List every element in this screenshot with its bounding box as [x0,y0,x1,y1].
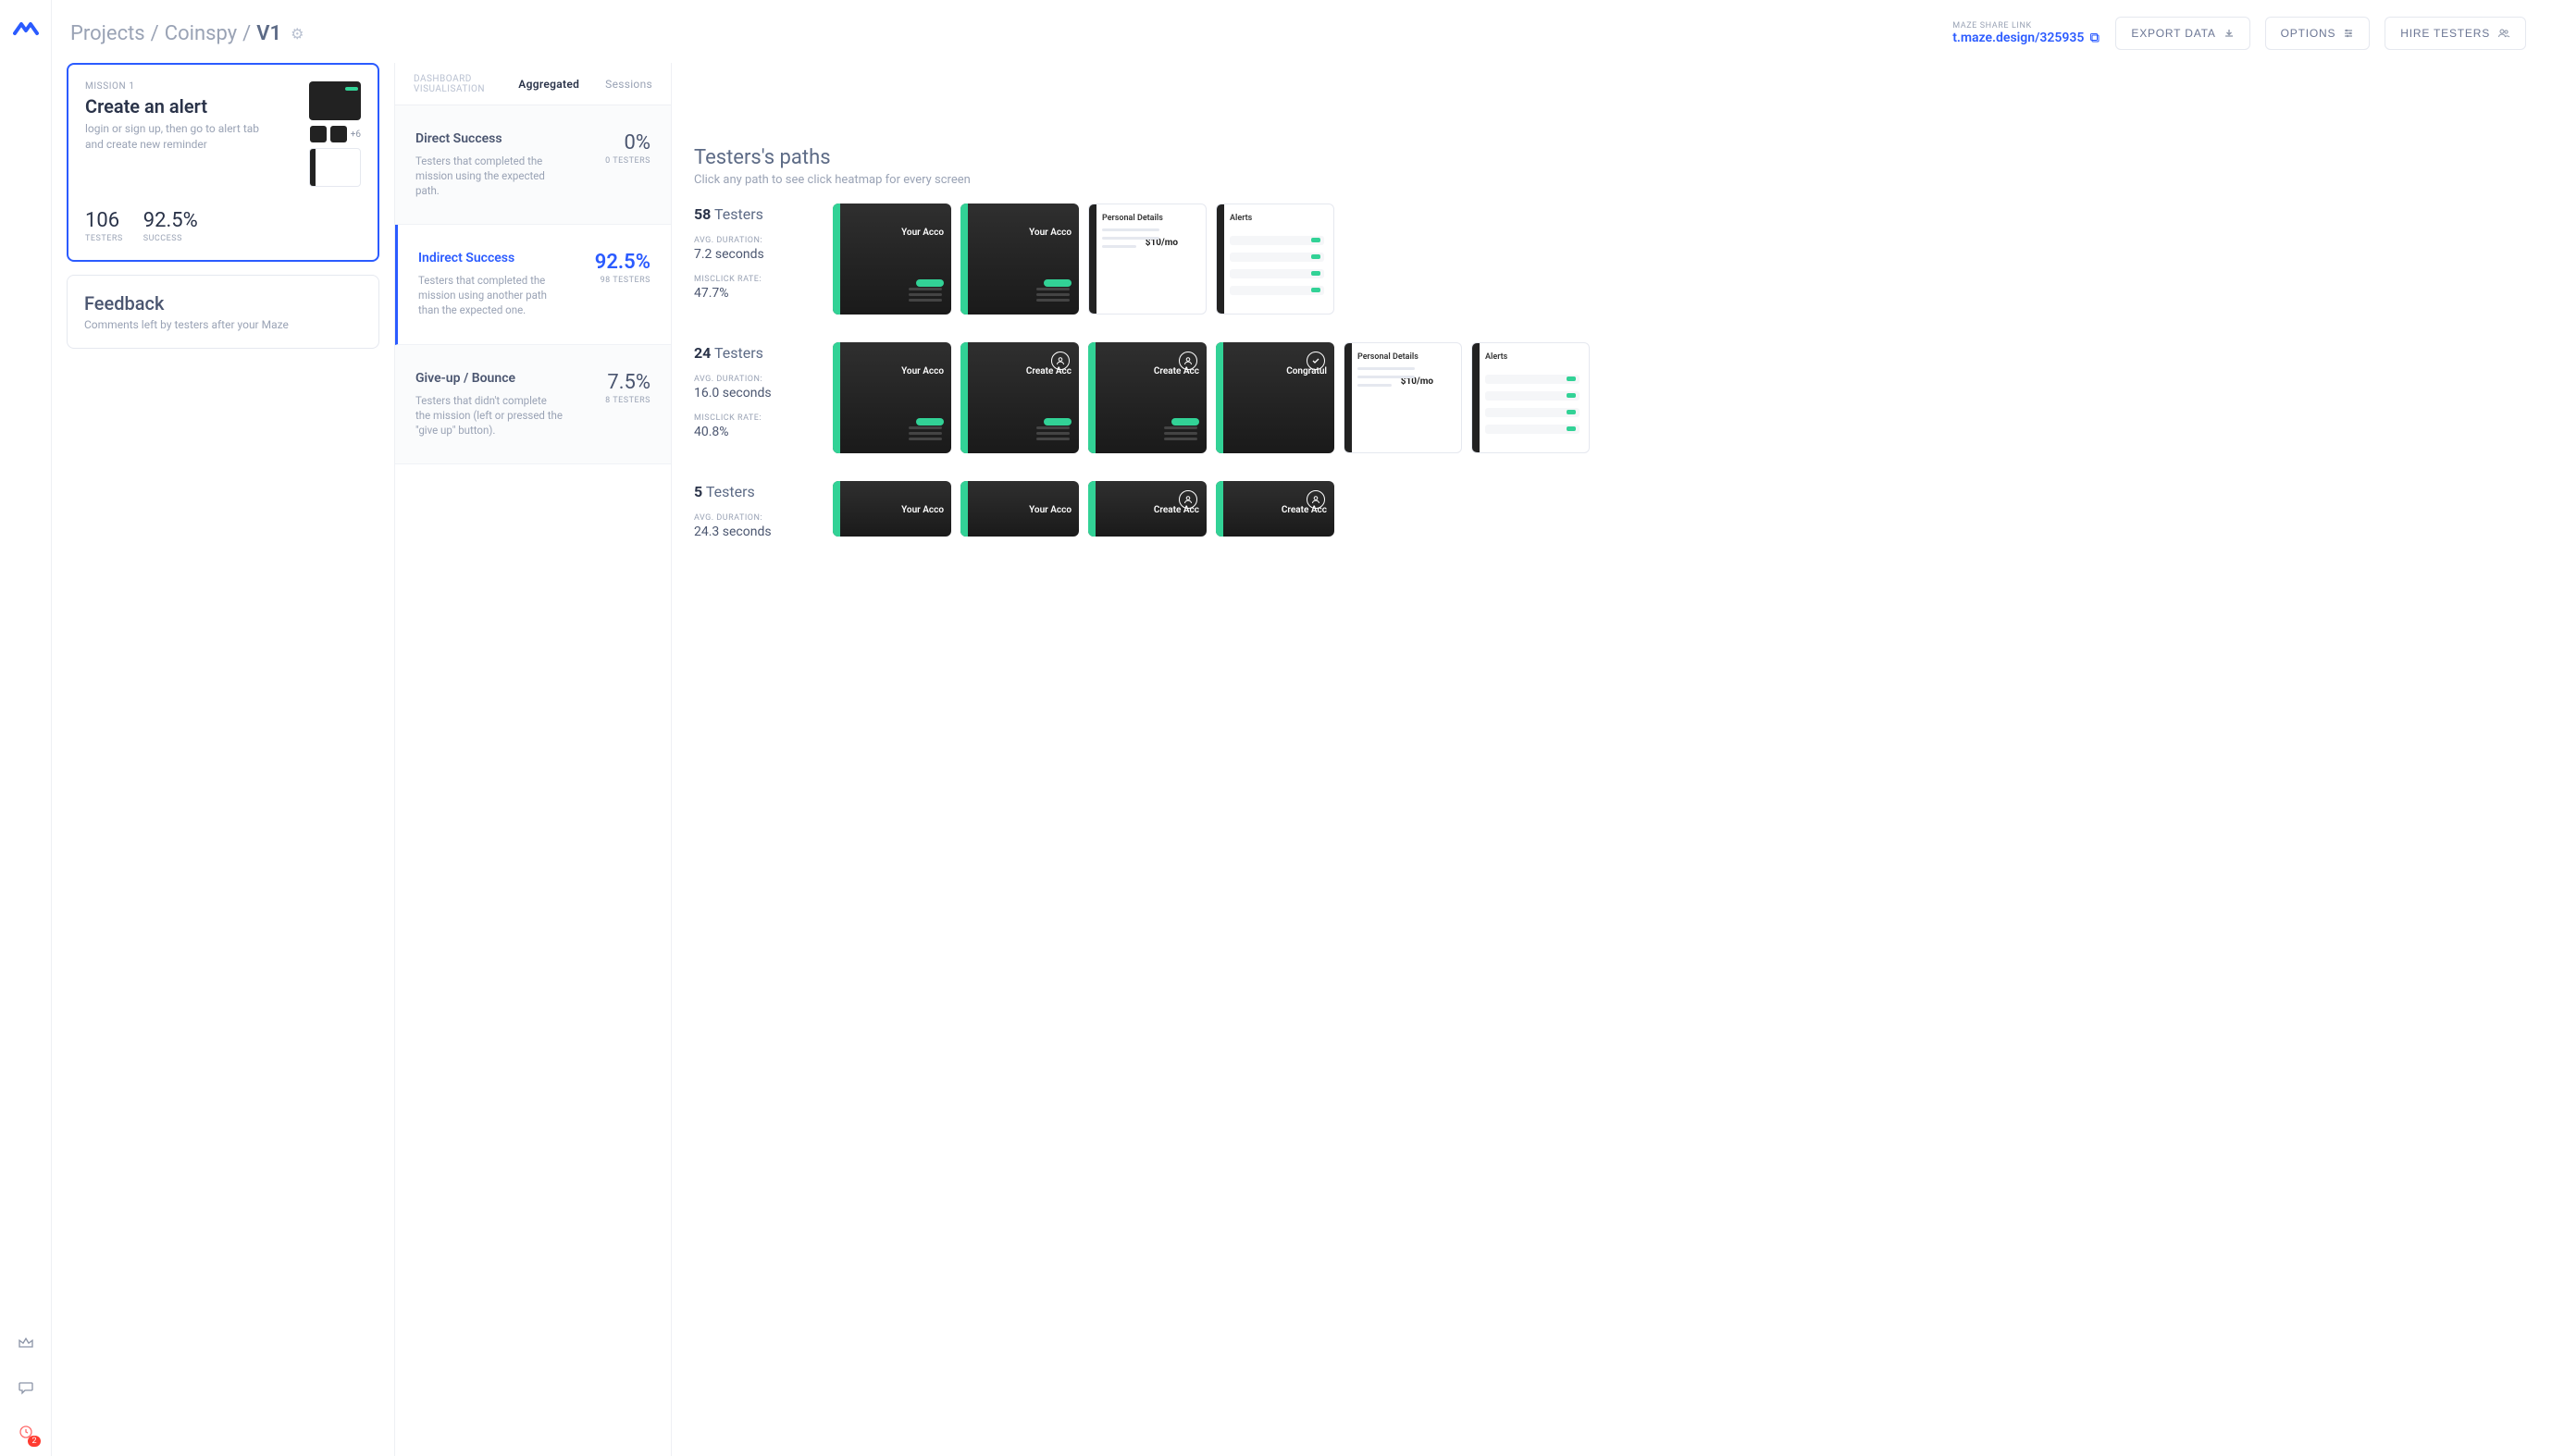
misclick-rate: 47.7% [694,286,814,301]
thumbnail-more: +6 [351,130,361,140]
mission-desc: login or sign up, then go to alert tab a… [85,121,279,153]
screen-thumbnail[interactable]: Create Acc [1088,481,1207,537]
avg-duration: 16.0 seconds [694,386,814,401]
left-rail: 2 [0,0,52,1456]
notification-badge: 2 [28,1436,40,1447]
success-rate: 92.5% [143,209,198,232]
feedback-title: Feedback [84,292,362,315]
screen-thumbnail[interactable]: Personal Details$10/mo [1088,204,1207,315]
thumbnail-small [310,126,327,142]
screen-thumbnail[interactable]: Congratul [1216,342,1334,453]
breadcrumb: Projects / Coinspy / V1 ⚙ [70,22,304,45]
paths-title: Testers's paths [694,146,2530,169]
screen-thumbnail[interactable]: Your Acco [833,342,951,453]
sliders-icon [2343,28,2354,39]
metric-giveup[interactable]: Give-up / Bounce Testers that didn't com… [395,345,671,464]
share-label: MAZE SHARE LINK [1952,21,2100,31]
screen-thumbnail[interactable]: Your Acco [960,204,1079,315]
metric-sub: 98 TESTERS [595,276,650,285]
metric-desc: Testers that completed the mission using… [415,154,564,198]
screen-thumbnail[interactable]: Your Acco [833,204,951,315]
screen-thumbnail[interactable]: Alerts [1471,342,1590,453]
breadcrumb-project[interactable]: Coinspy [165,22,237,45]
options-button[interactable]: OPTIONS [2265,17,2371,50]
metric-pct: 7.5% [605,371,650,394]
export-data-button[interactable]: EXPORT DATA [2115,17,2249,50]
screen-thumbnail[interactable]: Alerts [1216,204,1334,315]
dashboard-tabs: DASHBOARD VISUALISATION Aggregated Sessi… [395,63,671,105]
paths-subtitle: Click any path to see click heatmap for … [694,173,2530,187]
avg-duration: 24.3 seconds [694,524,814,539]
thumbnail-light [309,148,361,187]
metric-pct: 0% [605,131,650,154]
mission-thumbnails: +6 [309,81,361,187]
tabs-label: DASHBOARD VISUALISATION [414,74,492,94]
users-icon [2497,28,2510,39]
tester-count: 24 Testers [694,344,814,362]
metric-title: Indirect Success [418,251,566,265]
screen-thumbnail[interactable]: Create Acc [1088,342,1207,453]
avg-duration-label: AVG. DURATION: [694,236,814,245]
tab-aggregated[interactable]: Aggregated [518,78,579,91]
screen-thumbnail[interactable]: Your Acco [960,481,1079,537]
breadcrumb-projects[interactable]: Projects [70,22,145,45]
success-label: SUCCESS [143,234,198,243]
metric-title: Direct Success [415,131,564,146]
topbar: Projects / Coinspy / V1 ⚙ MAZE SHARE LIN… [52,0,2552,63]
thumbnail-dark [309,81,361,120]
chat-icon[interactable] [15,1376,37,1399]
hire-testers-button[interactable]: HIRE TESTERS [2385,17,2526,50]
path-group: 58 Testers AVG. DURATION: 7.2 seconds MI… [694,204,2530,315]
mission-title: Create an alert [85,95,279,117]
avg-duration: 7.2 seconds [694,247,814,262]
metric-desc: Testers that completed the mission using… [418,273,566,317]
metric-sub: 8 TESTERS [605,396,650,405]
mission-label: MISSION 1 [85,81,279,92]
misclick-rate: 40.8% [694,425,814,439]
tester-count: 5 Testers [694,483,814,500]
metric-desc: Testers that didn't complete the mission… [415,393,564,438]
feedback-desc: Comments left by testers after your Maze [84,318,362,331]
tab-sessions[interactable]: Sessions [605,78,652,91]
maze-logo[interactable] [11,13,41,43]
thumbnail-small [330,126,347,142]
copy-icon [2089,32,2100,43]
testers-label: TESTERS [85,234,123,243]
screen-thumbnail[interactable]: Your Acco [833,481,951,537]
metric-title: Give-up / Bounce [415,371,564,386]
crown-icon[interactable] [15,1332,37,1354]
share-url: t.maze.design/325935 [1952,31,2084,45]
metric-indirect-success[interactable]: Indirect Success Testers that completed … [395,225,671,344]
misclick-label: MISCLICK RATE: [694,275,814,284]
path-group: 5 Testers AVG. DURATION: 24.3 seconds Yo… [694,481,2530,539]
path-group: 24 Testers AVG. DURATION: 16.0 seconds M… [694,342,2530,453]
breadcrumb-version: V1 [256,22,281,45]
metric-sub: 0 TESTERS [605,156,650,166]
share-link[interactable]: MAZE SHARE LINK t.maze.design/325935 [1952,21,2100,45]
metric-pct: 92.5% [595,251,650,274]
screen-thumbnail[interactable]: Personal Details$10/mo [1344,342,1462,453]
metric-direct-success[interactable]: Direct Success Testers that completed th… [395,105,671,225]
testers-count: 106 [85,209,123,232]
screen-thumbnail[interactable]: Create Acc [1216,481,1334,537]
mission-card[interactable]: MISSION 1 Create an alert login or sign … [67,63,379,262]
settings-gear-icon[interactable]: ⚙ [291,25,304,43]
download-icon [2224,28,2235,39]
notification-icon[interactable]: 2 [15,1421,37,1443]
screen-thumbnail[interactable]: Create Acc [960,342,1079,453]
tester-count: 58 Testers [694,205,814,223]
feedback-card[interactable]: Feedback Comments left by testers after … [67,275,379,349]
